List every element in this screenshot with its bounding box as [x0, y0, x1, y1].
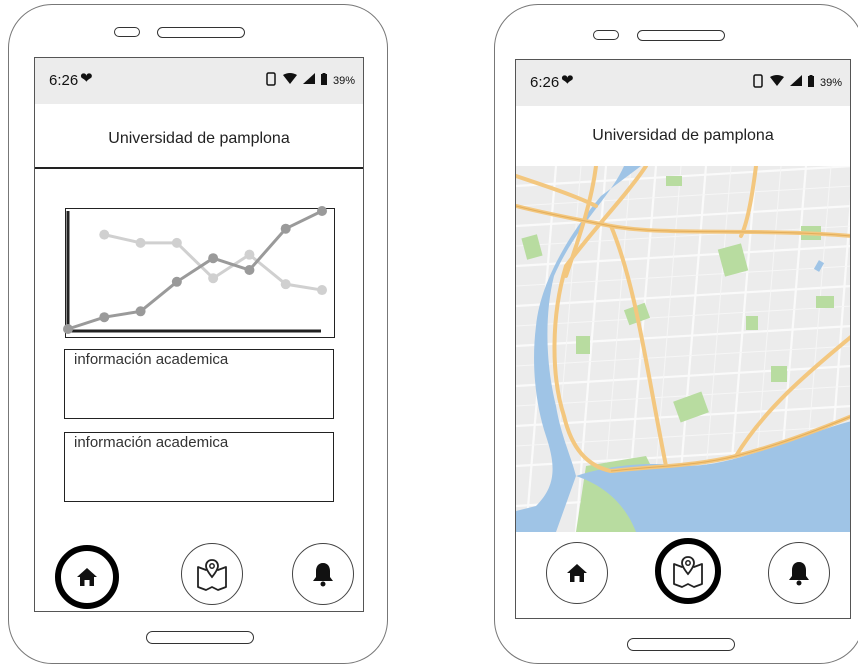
data-point: [244, 265, 255, 275]
nav-map-button[interactable]: [181, 543, 243, 605]
phone-frame-map: 6:26 ❤ 39% Universidad de pamplona: [494, 4, 858, 664]
wifi-icon: [282, 73, 297, 84]
data-point: [99, 312, 110, 323]
data-point: [135, 306, 146, 317]
signal-icon: [302, 73, 315, 84]
map-pin-icon: [673, 556, 703, 588]
map-view[interactable]: [516, 166, 851, 532]
info-card[interactable]: información academica: [64, 432, 334, 502]
bell-icon: [789, 562, 809, 586]
battery-percent: 39%: [819, 77, 842, 89]
signal-icon: [789, 75, 802, 86]
info-card-label: información academica: [74, 434, 229, 451]
battery-icon: [320, 72, 327, 85]
app-title: Universidad de pamplona: [108, 130, 290, 147]
earpiece-speaker: [637, 30, 725, 41]
data-point: [280, 279, 291, 290]
data-point: [63, 324, 73, 334]
data-point: [208, 253, 219, 264]
nav-notifications-button[interactable]: [768, 542, 830, 604]
phone-frame-home: 6:26 ❤ 39% Universidad de pamplona infor…: [8, 4, 388, 664]
heart-icon: ❤: [561, 71, 574, 89]
chart-card: [63, 206, 335, 338]
data-point: [99, 229, 110, 240]
status-bar: 6:26 ❤ 39%: [516, 60, 850, 106]
heart-icon: ❤: [80, 69, 93, 87]
map-pin-icon: [197, 559, 227, 591]
line-chart: [63, 206, 327, 334]
status-time: 6:26: [530, 74, 560, 91]
data-point: [317, 285, 327, 296]
home-icon: [77, 568, 97, 586]
earpiece-speaker: [157, 27, 245, 38]
vibrate-icon: [753, 73, 763, 88]
data-point: [208, 273, 219, 284]
app-bar-divider: [35, 167, 363, 169]
status-bar: 6:26 ❤ 39%: [35, 58, 363, 104]
battery-percent: 39%: [332, 75, 355, 87]
info-card-label: información academica: [74, 351, 229, 368]
info-card[interactable]: información academica: [64, 349, 334, 419]
nav-home-button[interactable]: [55, 545, 119, 609]
status-icons: 39%: [752, 72, 842, 89]
nav-notifications-button[interactable]: [292, 543, 354, 605]
wifi-icon: [769, 75, 784, 86]
nav-map-button[interactable]: [655, 538, 721, 604]
data-point: [280, 223, 291, 234]
front-camera: [114, 27, 140, 37]
battery-icon: [807, 74, 814, 87]
screen-home: 6:26 ❤ 39% Universidad de pamplona infor…: [34, 57, 364, 612]
nav-home-button[interactable]: [546, 542, 608, 604]
data-point: [135, 237, 146, 248]
screen-map: 6:26 ❤ 39% Universidad de pamplona: [515, 59, 851, 619]
home-gesture-bar[interactable]: [627, 638, 735, 651]
home-gesture-bar[interactable]: [146, 631, 254, 644]
status-time: 6:26: [49, 72, 79, 89]
bell-icon: [313, 563, 333, 587]
home-icon: [567, 564, 587, 582]
vibrate-icon: [266, 71, 276, 86]
front-camera: [593, 30, 619, 40]
app-title: Universidad de pamplona: [592, 127, 774, 144]
status-icons: 39%: [265, 70, 355, 87]
data-point: [171, 276, 182, 287]
data-point: [244, 249, 255, 260]
data-point: [317, 206, 327, 216]
data-point: [171, 237, 182, 248]
